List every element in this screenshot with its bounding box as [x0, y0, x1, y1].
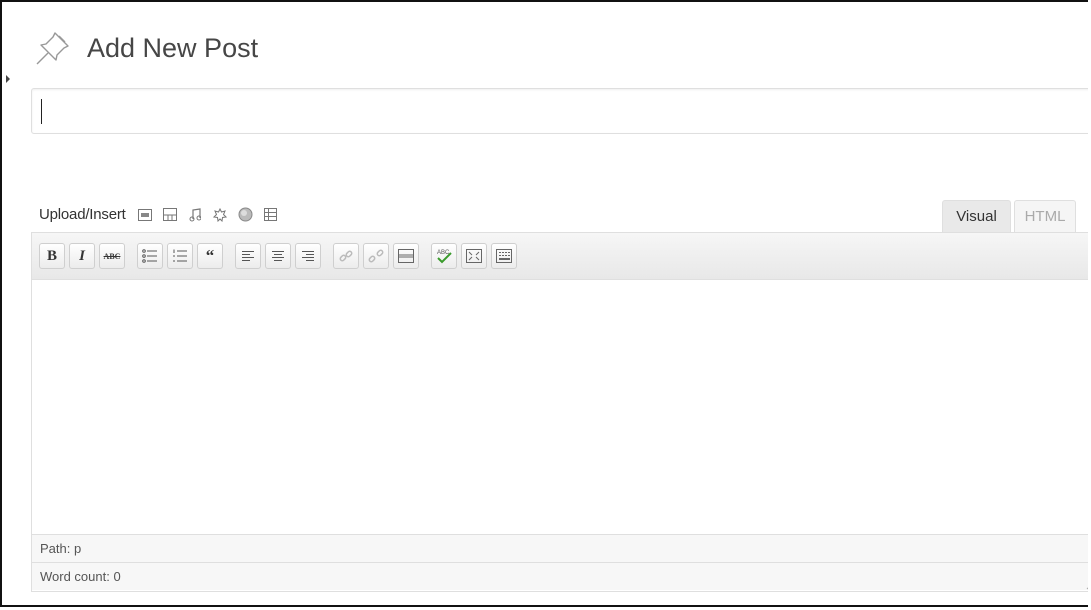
blockquote-button[interactable]: “ [197, 243, 223, 269]
editor-frame: Add New Post Upload/Insert Visual HTML B… [0, 0, 1088, 607]
link-icon [339, 250, 353, 262]
numbered-list-button[interactable] [167, 243, 193, 269]
bold-label: B [46, 247, 57, 264]
path-bar: Path: p [32, 534, 1088, 562]
fullscreen-button[interactable] [461, 243, 487, 269]
bullet-list-icon [142, 249, 157, 263]
media-icon[interactable] [238, 207, 253, 222]
fullscreen-icon [466, 249, 482, 263]
more-tag-icon [398, 249, 414, 263]
post-title-input[interactable] [31, 88, 1088, 134]
word-count-bar: Word count: 0 [32, 562, 1088, 590]
italic-button[interactable]: I [69, 243, 95, 269]
upload-insert-label: Upload/Insert [39, 206, 126, 223]
media-buttons: Upload/Insert [39, 206, 288, 223]
link-button[interactable] [333, 243, 359, 269]
collapse-arrow-icon[interactable] [6, 75, 10, 83]
audio-icon[interactable] [188, 207, 203, 222]
italic-label: I [79, 247, 85, 264]
tab-visual[interactable]: Visual [942, 200, 1011, 232]
align-left-button[interactable] [235, 243, 261, 269]
editor-toolbar: B I ABC “ ABC [32, 233, 1088, 280]
strikethrough-button[interactable]: ABC [99, 243, 125, 269]
library-icon[interactable] [263, 207, 278, 222]
blockquote-icon: “ [205, 246, 215, 265]
tab-html[interactable]: HTML [1014, 200, 1076, 232]
align-right-button[interactable] [295, 243, 321, 269]
path-label: Path: p [40, 541, 82, 556]
page-title: Add New Post [87, 32, 259, 63]
word-count-label: Word count: 0 [40, 569, 121, 584]
gallery-icon[interactable] [163, 207, 178, 222]
align-center-icon [272, 250, 284, 261]
more-tag-button[interactable] [393, 243, 419, 269]
numbered-list-icon [173, 249, 187, 262]
resize-grip-icon[interactable] [1084, 572, 1088, 590]
bullet-list-button[interactable] [137, 243, 163, 269]
unlink-icon [368, 249, 384, 263]
align-center-button[interactable] [265, 243, 291, 269]
image-icon[interactable] [138, 207, 153, 222]
page-header: Add New Post [33, 26, 258, 70]
kitchen-sink-icon [496, 249, 512, 263]
spellcheck-button[interactable]: ABC [431, 243, 457, 269]
text-caret [41, 99, 42, 124]
unlink-button[interactable] [363, 243, 389, 269]
video-icon[interactable] [213, 207, 228, 222]
spellcheck-icon: ABC [437, 250, 452, 264]
bold-button[interactable]: B [39, 243, 65, 269]
align-right-icon [302, 250, 314, 261]
align-left-icon [242, 250, 254, 261]
strikethrough-label: ABC [103, 251, 121, 261]
kitchen-sink-button[interactable] [491, 243, 517, 269]
post-editor: B I ABC “ ABC Path: p Word count: 0 [31, 232, 1088, 592]
pushpin-icon [33, 28, 73, 68]
editor-content-area[interactable] [32, 280, 1088, 534]
